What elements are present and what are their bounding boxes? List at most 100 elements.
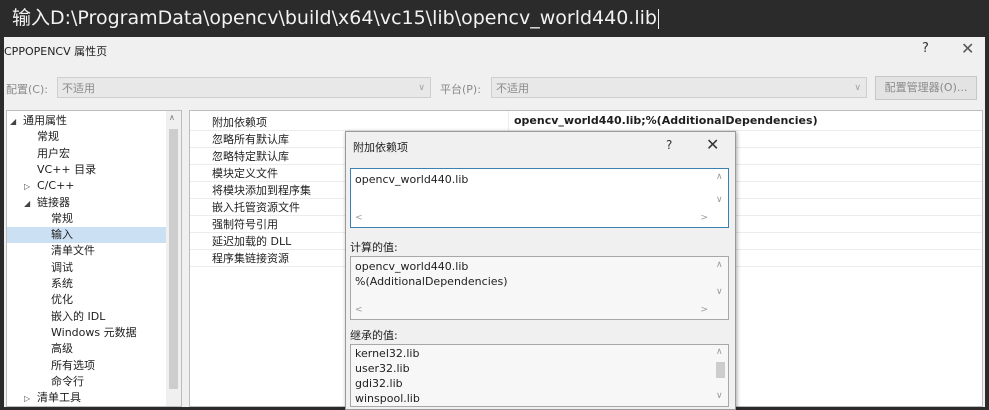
tree-item-label: 高级 bbox=[51, 342, 73, 356]
tree-item-label: 所有选项 bbox=[51, 358, 95, 372]
scroll-up-icon[interactable]: ∧ bbox=[716, 347, 723, 357]
tree-item[interactable]: ◢ 链接器 bbox=[7, 195, 167, 211]
tree-item-label: 通用属性 bbox=[23, 114, 67, 127]
property-name: 嵌入托管资源文件 bbox=[212, 201, 300, 214]
tree-scrollbar[interactable]: ∧ bbox=[166, 111, 181, 406]
computed-horizontal-scrollbar[interactable]: < > bbox=[351, 303, 712, 319]
config-select[interactable]: 不适用 ∨ bbox=[57, 77, 431, 98]
tree-item[interactable]: ▷ 清单工具 bbox=[7, 390, 167, 406]
tree-item-label: 命令行 bbox=[51, 374, 84, 388]
expand-icon[interactable]: ▷ bbox=[24, 391, 37, 406]
tree-item[interactable]: ◢ 通用属性 bbox=[7, 113, 167, 129]
property-name: 模块定义文件 bbox=[212, 167, 278, 180]
tree-item-label: 链接器 bbox=[37, 195, 70, 209]
property-value: opencv_world440.lib;%(AdditionalDependen… bbox=[514, 114, 818, 127]
annotation-text: 输入D:\ProgramData\opencv\build\x64\vc15\l… bbox=[12, 7, 657, 29]
tree-item[interactable]: 常规 bbox=[7, 129, 167, 145]
platform-label: 平台(P): bbox=[440, 83, 481, 96]
tree-item[interactable]: 系统 bbox=[7, 276, 167, 292]
scroll-down-icon[interactable]: ∨ bbox=[716, 287, 723, 297]
property-name: 将模块添加到程序集 bbox=[212, 184, 311, 197]
tree-item-label: VC++ 目录 bbox=[37, 162, 97, 176]
scroll-left-icon[interactable]: < bbox=[355, 213, 363, 223]
inherited-value-line: gdi32.lib bbox=[355, 377, 403, 390]
collapse-icon[interactable]: ◢ bbox=[24, 196, 37, 212]
platform-select[interactable]: 不适用 ∨ bbox=[491, 77, 867, 98]
property-name: 忽略特定默认库 bbox=[212, 150, 289, 163]
tree-item-label: 优化 bbox=[51, 293, 73, 307]
tree-item[interactable]: 常规 bbox=[7, 211, 167, 227]
annotation-caption: 输入D:\ProgramData\opencv\build\x64\vc15\l… bbox=[0, 0, 989, 37]
additional-dependencies-dialog: 附加依赖项 ? ✕ opencv_world440.lib ∧ ∨ < > 计算… bbox=[345, 131, 736, 410]
tree-item-label: Windows 元数据 bbox=[51, 325, 137, 339]
tree-item[interactable]: 输入 bbox=[7, 227, 167, 244]
close-icon[interactable]: ✕ bbox=[961, 39, 974, 58]
chevron-down-icon: ∨ bbox=[854, 83, 861, 93]
property-row[interactable]: 附加依赖项 opencv_world440.lib;%(AdditionalDep… bbox=[190, 113, 982, 131]
scrollbar-thumb[interactable] bbox=[716, 362, 725, 378]
help-button[interactable]: ? bbox=[922, 41, 929, 56]
inherited-value-line: winspool.lib bbox=[355, 392, 420, 405]
tree-item[interactable]: Windows 元数据 bbox=[7, 325, 167, 341]
tree-item[interactable]: ▷ C/C++ bbox=[7, 178, 167, 194]
property-name: 程序集链接资源 bbox=[212, 252, 289, 265]
scroll-right-icon[interactable]: > bbox=[700, 213, 708, 223]
input-vertical-scrollbar[interactable]: ∧ ∨ bbox=[712, 169, 728, 227]
inherited-value-line: kernel32.lib bbox=[355, 347, 420, 360]
tree-item[interactable]: 嵌入的 IDL bbox=[7, 309, 167, 325]
input-horizontal-scrollbar[interactable]: < > bbox=[351, 211, 712, 227]
tree-item[interactable]: 调试 bbox=[7, 260, 167, 276]
computed-values-label: 计算的值: bbox=[350, 241, 398, 254]
tree-item[interactable]: VC++ 目录 bbox=[7, 162, 167, 178]
tree-item[interactable]: 高级 bbox=[7, 341, 167, 357]
property-name: 忽略所有默认库 bbox=[212, 133, 289, 146]
dialog-close-icon[interactable]: ✕ bbox=[706, 135, 719, 154]
dependencies-input-value: opencv_world440.lib bbox=[355, 173, 469, 186]
tree-item[interactable]: 清单文件 bbox=[7, 243, 167, 259]
tree-item[interactable]: 命令行 bbox=[7, 374, 167, 390]
scroll-left-icon[interactable]: < bbox=[355, 305, 363, 315]
computed-vertical-scrollbar[interactable]: ∧ ∨ bbox=[712, 257, 728, 319]
scroll-right-icon[interactable]: > bbox=[700, 305, 708, 315]
inherited-values-label: 继承的值: bbox=[350, 329, 398, 342]
inherited-values-list: kernel32.lib user32.lib gdi32.lib winspool.… bbox=[350, 344, 729, 407]
collapse-icon[interactable]: ◢ bbox=[10, 114, 23, 130]
property-name: 延迟加载的 DLL bbox=[212, 235, 292, 248]
computed-values-list: opencv_world440.lib %(AdditionalDependenc… bbox=[350, 256, 729, 320]
inherited-vertical-scrollbar[interactable]: ∧ ∨ bbox=[712, 345, 728, 406]
tree-item[interactable]: 优化 bbox=[7, 292, 167, 308]
dependencies-input[interactable]: opencv_world440.lib ∧ ∨ < > bbox=[350, 168, 729, 228]
dialog-help-button[interactable]: ? bbox=[666, 138, 672, 152]
scroll-down-icon[interactable]: ∨ bbox=[716, 195, 723, 205]
tree-item-label: C/C++ bbox=[37, 179, 75, 193]
tree-item-label: 清单工具 bbox=[37, 391, 81, 405]
tree-item-label: 嵌入的 IDL bbox=[51, 309, 106, 323]
scrollbar-thumb[interactable] bbox=[169, 129, 178, 389]
text-caret bbox=[657, 8, 659, 29]
computed-value-line: %(AdditionalDependencies) bbox=[355, 275, 508, 288]
property-tree: ◢ 通用属性 常规 用户宏 VC++ 目录 ▷ C/C++ ◢ 链接器 常规 输入 清单文件 调试 系统优… bbox=[6, 110, 182, 407]
configuration-row: 配置(C): 不适用 ∨ 平台(P): 不适用 ∨ 配置管理器(O)... bbox=[4, 76, 985, 100]
computed-value-line: opencv_world440.lib bbox=[355, 260, 469, 273]
scroll-up-icon[interactable]: ∧ bbox=[716, 260, 723, 270]
configuration-manager-button[interactable]: 配置管理器(O)... bbox=[875, 76, 977, 100]
tree-item[interactable]: 所有选项 bbox=[7, 358, 167, 374]
chevron-down-icon: ∨ bbox=[418, 83, 425, 93]
scroll-up-icon[interactable]: ∧ bbox=[716, 172, 723, 182]
property-name: 强制符号引用 bbox=[212, 218, 278, 231]
tree-item-label: 输入 bbox=[51, 228, 73, 242]
config-select-value: 不适用 bbox=[62, 82, 95, 95]
property-name: 附加依赖项 bbox=[212, 116, 267, 129]
tree-item-label: 常规 bbox=[37, 130, 59, 144]
inherited-value-line: user32.lib bbox=[355, 362, 410, 375]
tree-item-label: 调试 bbox=[51, 260, 73, 274]
tree-item[interactable]: 用户宏 bbox=[7, 146, 167, 162]
dialog-title: 附加依赖项 bbox=[353, 141, 408, 154]
scroll-down-icon[interactable]: ∨ bbox=[716, 391, 723, 401]
scroll-up-icon[interactable]: ∧ bbox=[169, 113, 175, 122]
config-label: 配置(C): bbox=[6, 83, 48, 96]
expand-icon[interactable]: ▷ bbox=[24, 179, 37, 195]
tree-item-label: 用户宏 bbox=[37, 146, 70, 160]
tree-item-label: 常规 bbox=[51, 211, 73, 225]
window-title: CPPOPENCV 属性页 bbox=[4, 45, 108, 58]
